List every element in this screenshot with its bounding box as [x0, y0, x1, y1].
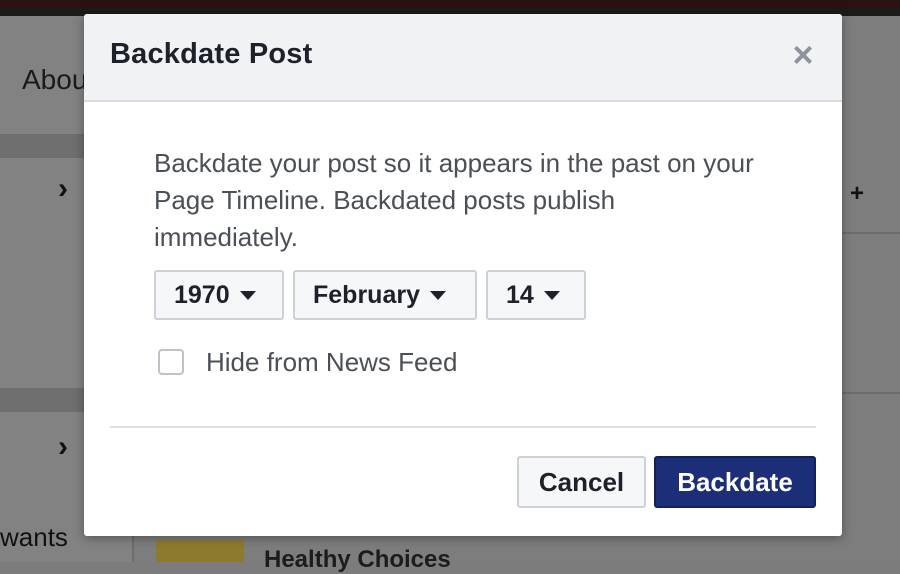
- plus-icon: +: [850, 180, 865, 207]
- year-value: 1970: [174, 280, 230, 309]
- footer-divider: [110, 426, 816, 428]
- close-icon[interactable]: ×: [786, 37, 820, 73]
- month-value: February: [313, 280, 420, 309]
- chevron-right-icon: ›: [58, 172, 68, 205]
- caret-down-icon: [429, 290, 446, 300]
- about-tab-label: Abou: [22, 64, 88, 95]
- caret-down-icon: [239, 290, 256, 300]
- dialog-description: Backdate your post so it appears in the …: [154, 148, 754, 252]
- checkbox-label: Hide from News Feed: [206, 346, 458, 377]
- caret-down-icon: [543, 290, 560, 300]
- background-text: wants: [0, 522, 68, 552]
- dialog-header: Backdate Post ×: [84, 14, 842, 102]
- chevron-right-icon: ›: [58, 430, 68, 463]
- post-thumbnail: [156, 540, 244, 562]
- top-bar-strip: [0, 0, 900, 8]
- right-divider: [842, 392, 900, 394]
- day-value: 14: [506, 280, 534, 309]
- right-divider: [842, 232, 900, 234]
- cancel-button[interactable]: Cancel: [517, 456, 646, 508]
- hide-from-news-feed-checkbox[interactable]: [158, 349, 184, 375]
- month-select[interactable]: February: [293, 270, 477, 320]
- dialog-title: Backdate Post: [110, 38, 313, 70]
- backdate-button[interactable]: Backdate: [654, 456, 816, 508]
- hide-from-news-feed-option[interactable]: Hide from News Feed: [158, 346, 457, 378]
- day-select[interactable]: 14: [486, 270, 586, 320]
- backdate-post-dialog: Backdate Post × Backdate your post so it…: [84, 14, 842, 536]
- background-post-title: Healthy Choices: [264, 546, 451, 573]
- year-select[interactable]: 1970: [154, 270, 284, 320]
